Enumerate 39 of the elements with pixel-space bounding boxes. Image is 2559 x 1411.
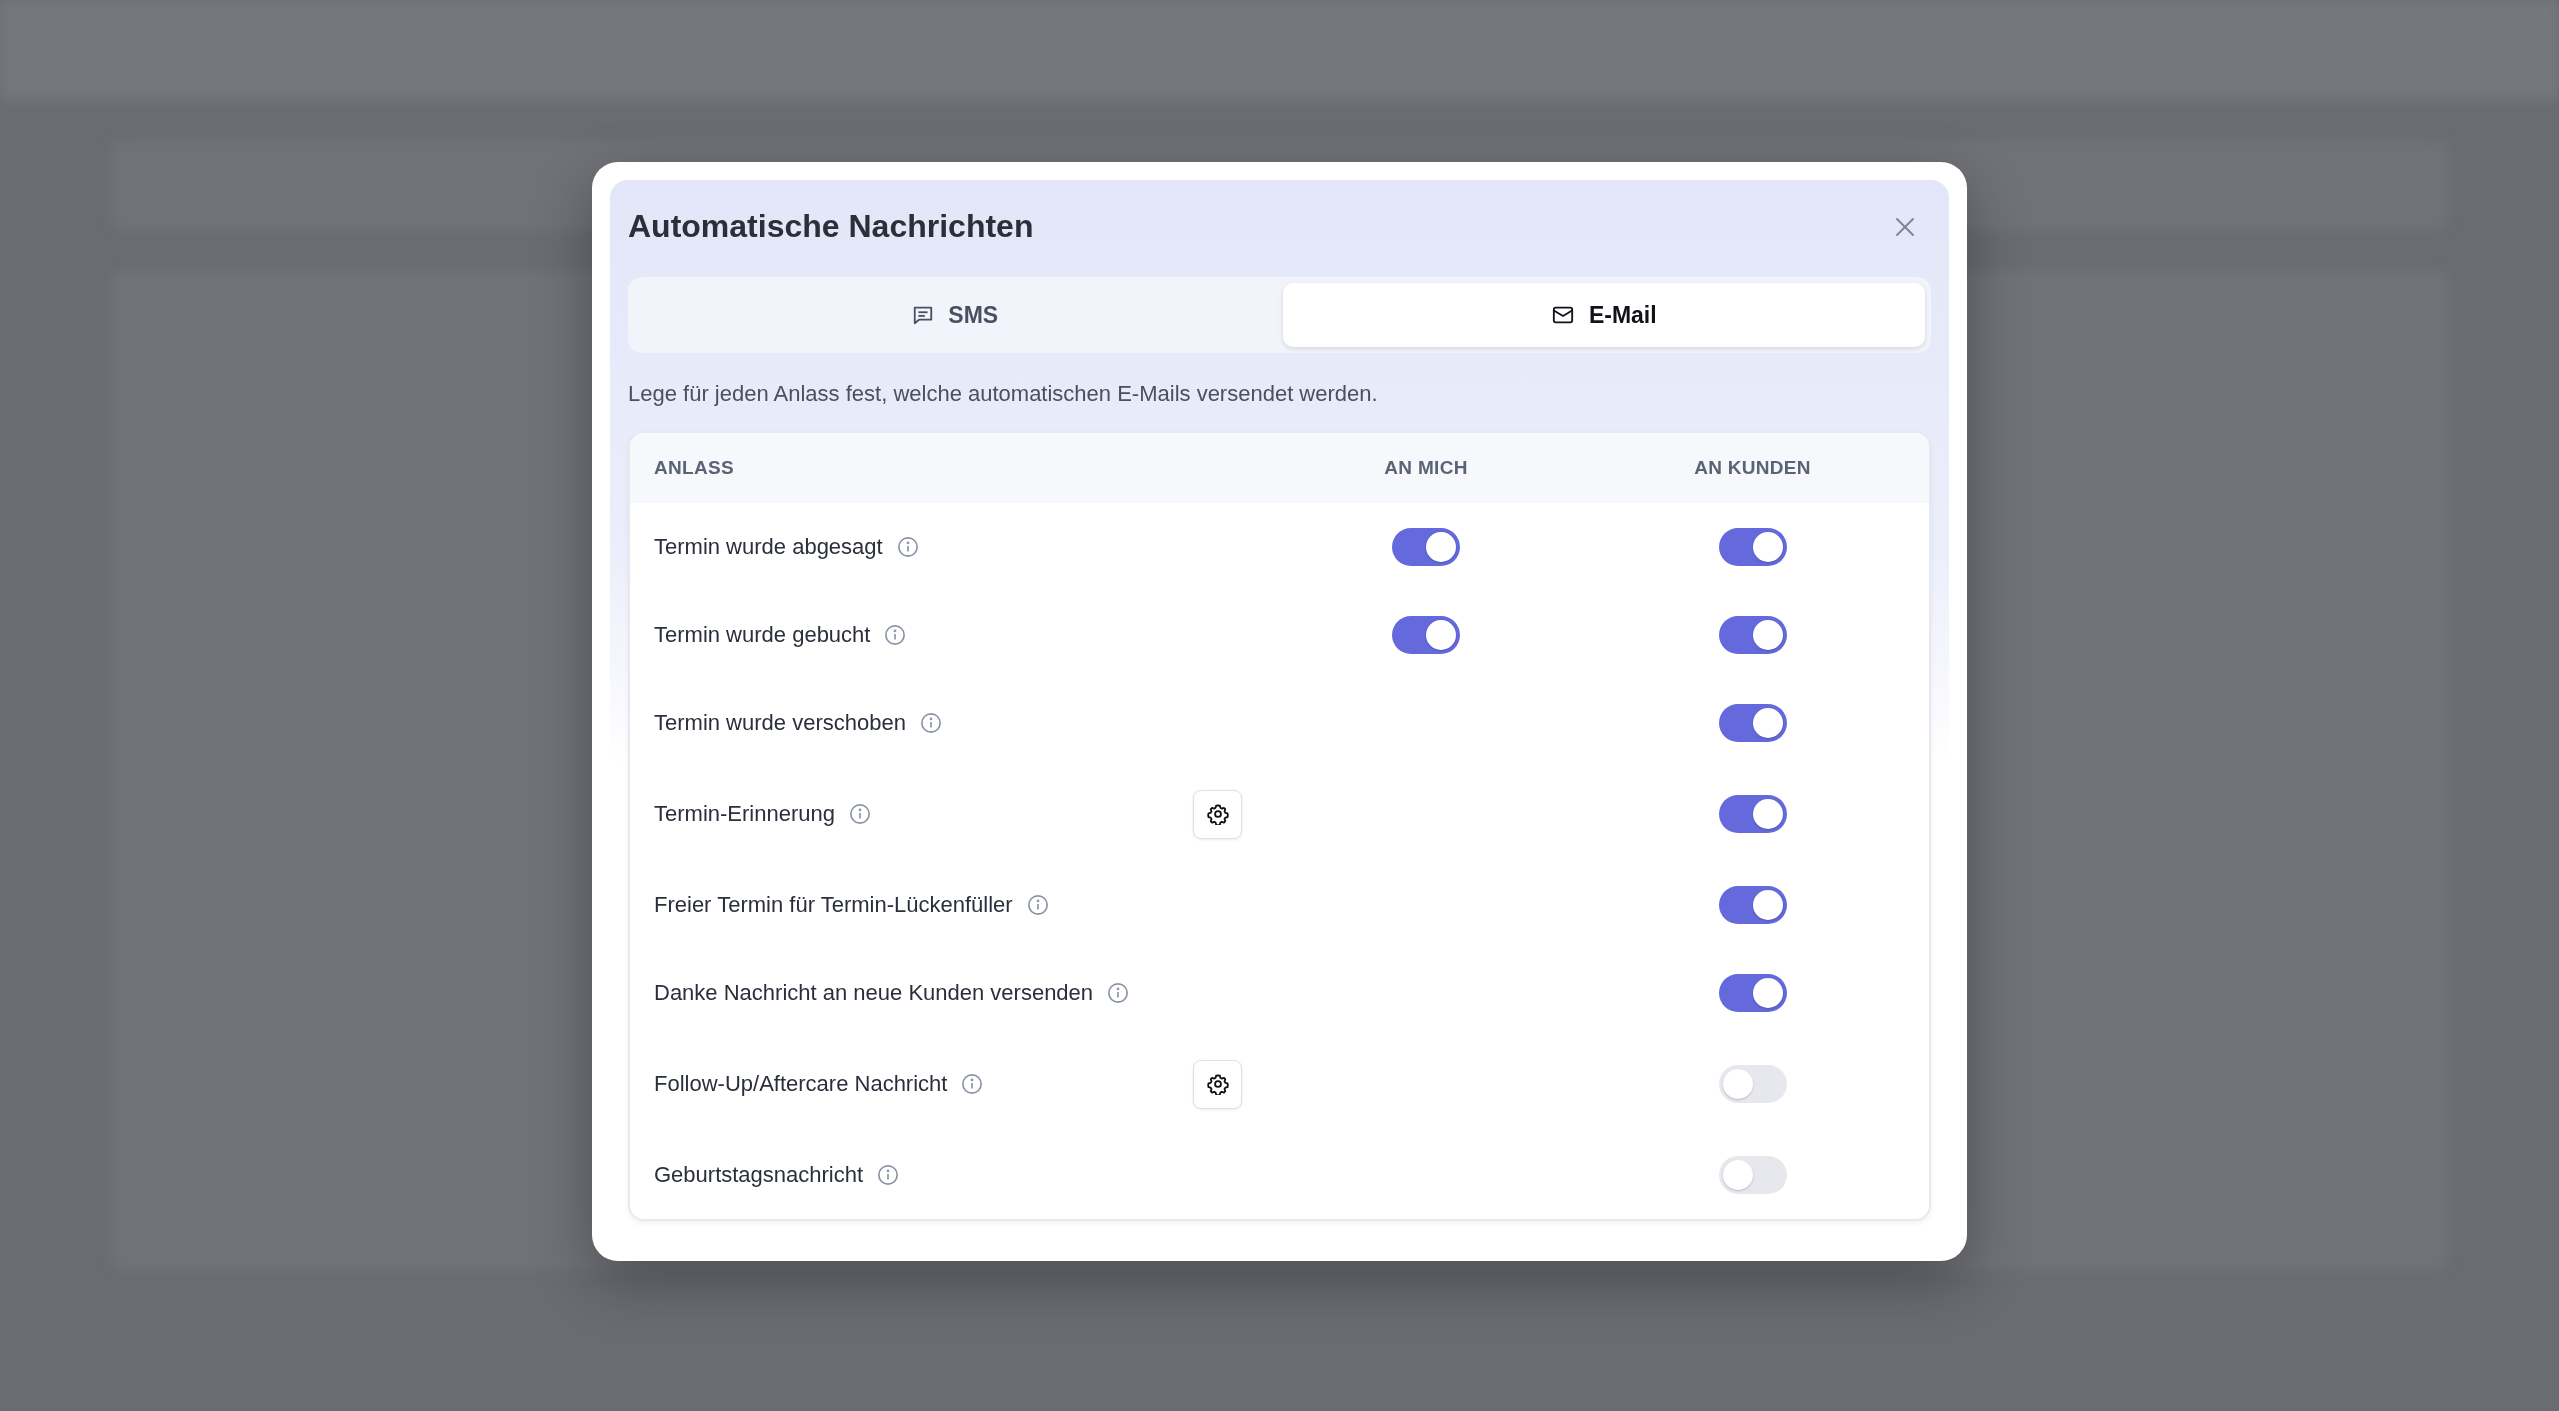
- info-icon: [919, 712, 942, 734]
- toggle-switch[interactable]: [1392, 528, 1460, 566]
- message-icon: [912, 304, 935, 326]
- info-icon: [961, 1073, 984, 1095]
- event-label: Geburtstagsnachricht: [654, 1162, 864, 1188]
- event-label: Danke Nachricht an neue Kunden versenden: [654, 980, 1094, 1006]
- settings-icon: [1206, 1073, 1229, 1095]
- info-icon: [1026, 894, 1049, 916]
- toggle-switch[interactable]: [1718, 886, 1787, 924]
- toggle-switch[interactable]: [1718, 616, 1787, 654]
- column-header: AN MICH: [1384, 457, 1468, 479]
- settings-icon: [1206, 803, 1229, 825]
- event-label: Freier Termin für Termin-Lückenfüller: [654, 892, 1013, 918]
- toggle-switch[interactable]: [1392, 616, 1460, 654]
- tab[interactable]: SMS: [634, 283, 1277, 347]
- tab[interactable]: E-Mail: [1282, 283, 1925, 347]
- settings-button[interactable]: [1193, 1059, 1242, 1109]
- info-icon: [896, 536, 919, 558]
- description: Lege für jeden Anlass fest, welche automatischen E-Mails versendet werden.: [628, 381, 1379, 407]
- toggle-switch[interactable]: [1718, 528, 1787, 566]
- toggle-switch[interactable]: [1718, 974, 1787, 1012]
- toggle-switch[interactable]: [1718, 1065, 1787, 1103]
- event-label: Termin wurde verschoben: [654, 710, 906, 736]
- column-header: AN KUNDEN: [1694, 457, 1811, 479]
- dialog-title: Automatische Nachrichten: [628, 208, 1034, 245]
- mail-icon: [1550, 304, 1575, 326]
- settings-button[interactable]: [1193, 789, 1242, 839]
- event-label: Follow-Up/Aftercare Nachricht: [654, 1071, 948, 1097]
- info-icon: [877, 1164, 900, 1186]
- info-icon: [848, 803, 871, 825]
- toggle-switch[interactable]: [1718, 704, 1787, 742]
- info-icon: [884, 624, 907, 646]
- event-label: Termin-Erinnerung: [654, 801, 835, 827]
- toggle-switch[interactable]: [1718, 795, 1787, 833]
- event-label: Termin wurde gebucht: [654, 622, 871, 648]
- info-icon: [1107, 982, 1130, 1004]
- toggle-switch[interactable]: [1718, 1156, 1787, 1194]
- event-label: Termin wurde abgesagt: [654, 534, 883, 560]
- column-header: ANLASS: [654, 457, 734, 479]
